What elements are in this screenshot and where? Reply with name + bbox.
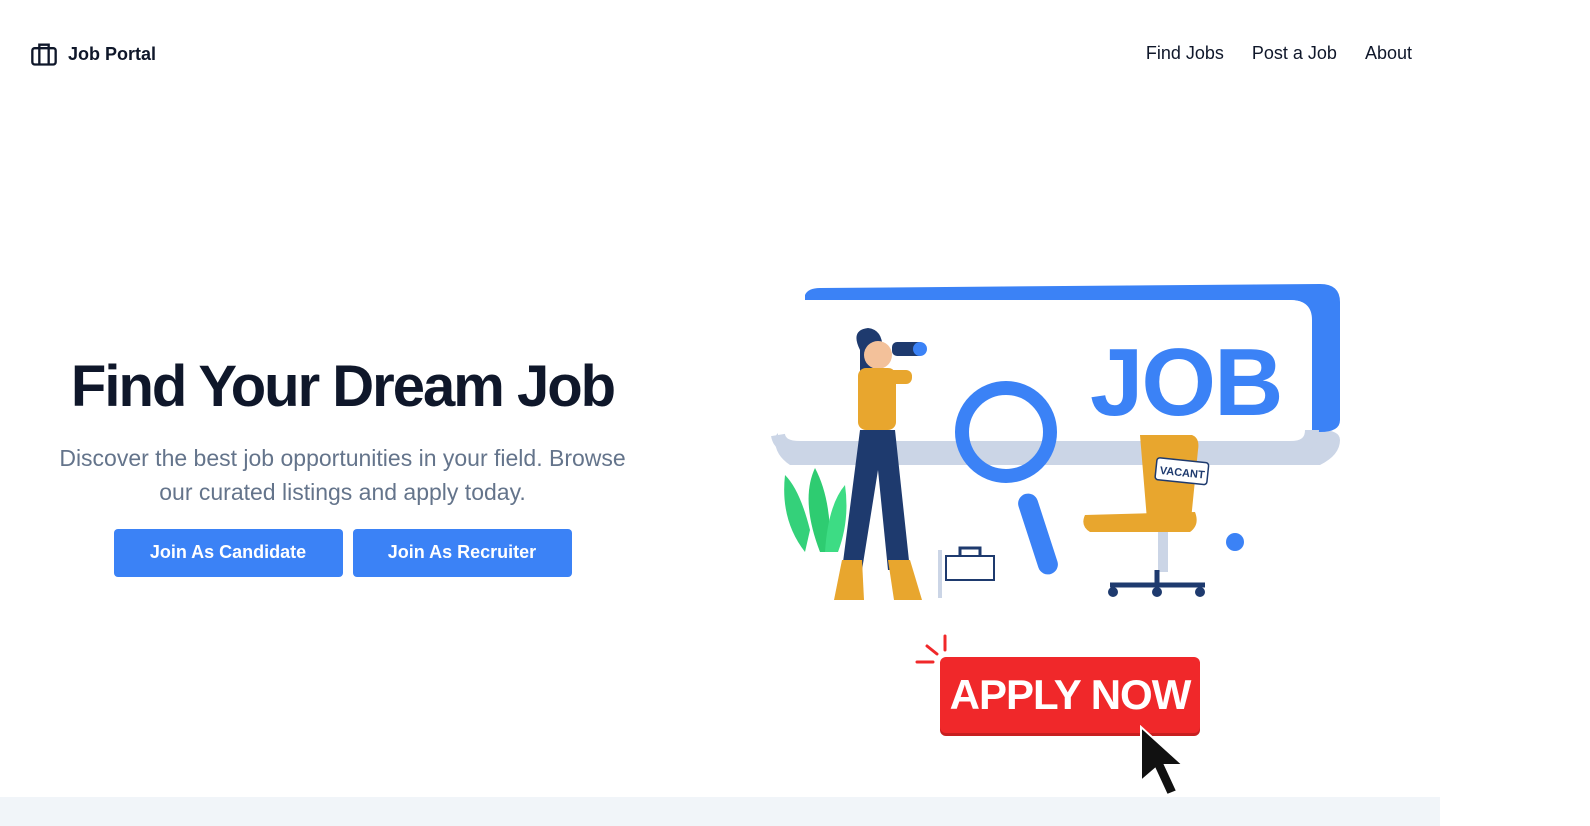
briefcase-icon [31,43,57,66]
cta-row: Join As Candidate Join As Recruiter [30,528,655,577]
brand-logo[interactable]: Job Portal [30,40,156,68]
job-search-illustration: JOB VACANT [771,284,1340,600]
plant-icon [784,468,847,552]
cursor-icon [1140,725,1186,797]
hero-subtitle-line2: our curated listings and apply today. [159,478,526,505]
apply-now-button[interactable]: APPLY NOW [940,657,1200,733]
magnifier-handle [1018,493,1058,575]
apply-now-graphic: APPLY NOW [905,625,1205,800]
blue-dot [1226,533,1244,551]
hero-subtitle-line1: Discover the best job opportunities in y… [59,444,626,471]
nav-post-job[interactable]: Post a Job [1252,43,1337,64]
section-divider [0,797,1440,826]
brand-name: Job Portal [68,43,157,64]
briefcase-small-icon [938,546,995,598]
join-recruiter-button[interactable]: Join As Recruiter [352,528,572,577]
job-banner-text: JOB [1090,329,1281,436]
join-candidate-button[interactable]: Join As Candidate [113,528,343,577]
hero-title: Find Your Dream Job [70,354,616,419]
site-header: Job Portal Find Jobs Post a Job About [0,0,1440,110]
main-nav: Find Jobs Post a Job About [1146,43,1412,64]
hero-subtitle: Discover the best job opportunities in y… [30,441,655,509]
nav-find-jobs[interactable]: Find Jobs [1146,43,1224,64]
hero-section: Find Your Dream Job Discover the best jo… [30,355,655,577]
nav-about[interactable]: About [1365,43,1412,64]
